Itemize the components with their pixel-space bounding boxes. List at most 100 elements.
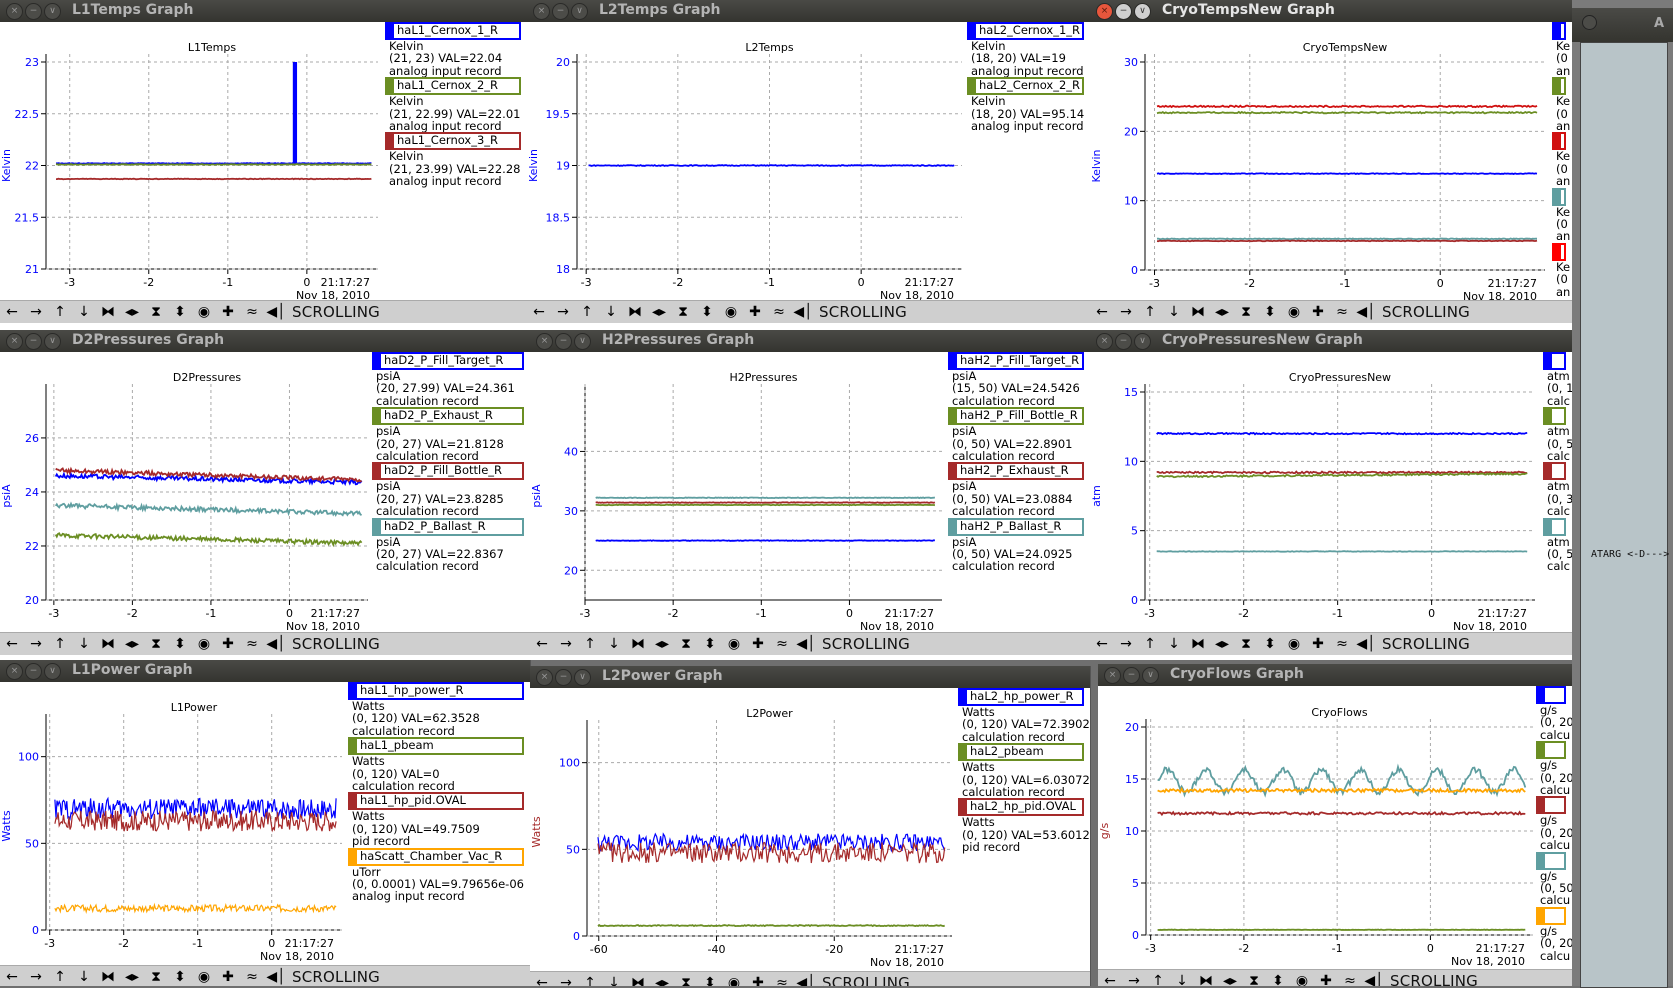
zoom-y-out-icon[interactable]: ⬍ [170,635,190,653]
legend-entry-header[interactable] [1536,907,1566,925]
zoom-x-in-icon[interactable]: ⧓ [1188,635,1208,653]
maximize-icon[interactable]: ∨ [44,663,61,680]
add-icon[interactable]: ✚ [1308,303,1328,321]
pan-right-icon[interactable]: → [553,303,573,321]
zoom-x-in-icon[interactable]: ⧓ [1196,972,1216,986]
pan-right-icon[interactable]: → [26,968,46,986]
minimize-icon[interactable]: − [555,669,572,686]
chart-svg[interactable]: -3-2-10203040H2PressurespsiA(Hours)21:17… [530,352,948,632]
pan-down-icon[interactable]: ↓ [74,635,94,653]
pan-down-icon[interactable]: ↓ [601,303,621,321]
reset-icon[interactable]: ◉ [1292,972,1312,986]
window-titlebar[interactable]: ×−∨L2Power Graph [530,666,1090,688]
chart-svg[interactable]: -3-2-10050100L1PowerWatts(Hours)21:17:27… [0,682,348,965]
add-icon[interactable]: ✚ [745,303,765,321]
legend-entry-header[interactable]: haH2_P_Exhaust_R [948,462,1084,480]
close-icon[interactable]: × [536,333,553,350]
legend-entry-header[interactable]: haH2_P_Ballast_R [948,518,1084,536]
zoom-x-out-icon[interactable]: ◂▸ [122,303,142,321]
chart-svg[interactable]: -3-2-10051015CryoPressuresNewatm(Hours)2… [1090,352,1543,632]
minimize-icon[interactable]: − [1115,333,1132,350]
legend-entry-header[interactable]: haD2_P_Ballast_R [372,518,524,536]
autoscale-icon[interactable]: ≈ [1332,635,1352,653]
chart-svg[interactable]: -3-2-102121.52222.523L1TempsKelvin(Hours… [0,22,385,300]
legend-entry-header[interactable] [1536,852,1566,870]
pan-right-icon[interactable]: → [1116,635,1136,653]
zoom-x-out-icon[interactable]: ◂▸ [122,635,142,653]
close-icon[interactable]: × [536,669,553,686]
pan-left-icon[interactable]: ← [529,303,549,321]
rewind-icon[interactable]: ◀│ [1356,303,1376,321]
legend-entry-header[interactable] [1543,352,1566,370]
rewind-icon[interactable]: ◀│ [796,974,816,986]
autoscale-icon[interactable]: ≈ [242,968,262,986]
close-icon[interactable]: × [6,333,23,350]
zoom-x-out-icon[interactable]: ◂▸ [1212,635,1232,653]
reset-icon[interactable]: ◉ [721,303,741,321]
scrolling-toggle[interactable]: SCROLLING [822,634,910,654]
pan-up-icon[interactable]: ↑ [1148,972,1168,986]
pan-right-icon[interactable]: → [556,974,576,986]
add-icon[interactable]: ✚ [748,974,768,986]
legend-entry-header[interactable]: haL2_Cernox_1_R [967,22,1084,40]
pan-left-icon[interactable]: ← [532,974,552,986]
minimize-icon[interactable]: − [555,333,572,350]
maximize-icon[interactable]: ∨ [571,3,588,20]
window-titlebar[interactable]: ×−∨L1Power Graph [0,660,530,682]
reset-icon[interactable]: ◉ [194,303,214,321]
close-icon[interactable]: × [1096,3,1113,20]
minimize-icon[interactable]: − [25,663,42,680]
zoom-y-in-icon[interactable]: ⧗ [1244,972,1264,986]
zoom-y-out-icon[interactable]: ⬍ [170,968,190,986]
legend-entry-header[interactable]: haScatt_Chamber_Vac_R [348,848,524,866]
add-icon[interactable]: ✚ [748,635,768,653]
close-icon[interactable]: × [533,3,550,20]
legend-entry-header[interactable] [1552,132,1566,150]
zoom-x-in-icon[interactable]: ⧓ [98,635,118,653]
zoom-y-out-icon[interactable]: ⬍ [1260,635,1280,653]
maximize-icon[interactable]: ∨ [1134,333,1151,350]
legend-entry-header[interactable]: haH2_P_Fill_Target_R [948,352,1084,370]
autoscale-icon[interactable]: ≈ [242,303,262,321]
zoom-y-in-icon[interactable]: ⧗ [146,635,166,653]
reset-icon[interactable]: ◉ [1284,635,1304,653]
legend-entry-header[interactable]: haL1_hp_power_R [348,682,524,700]
scrolling-toggle[interactable]: SCROLLING [292,967,380,986]
pan-right-icon[interactable]: → [556,635,576,653]
autoscale-icon[interactable]: ≈ [242,635,262,653]
side-panel-titlebar[interactable]: A [1572,8,1673,42]
window-titlebar[interactable]: ×−∨CryoPressuresNew Graph [1090,330,1572,352]
rewind-icon[interactable]: ◀│ [1356,635,1376,653]
rewind-icon[interactable]: ◀│ [266,303,286,321]
pan-left-icon[interactable]: ← [1100,972,1120,986]
zoom-y-in-icon[interactable]: ⧗ [146,968,166,986]
close-icon[interactable]: × [1096,333,1113,350]
pan-down-icon[interactable]: ↓ [604,635,624,653]
legend-entry-header[interactable] [1552,22,1566,40]
zoom-x-out-icon[interactable]: ◂▸ [1212,303,1232,321]
chart-svg[interactable]: -3-2-1020222426D2PressurespsiA(Hours)21:… [0,352,372,632]
minimize-icon[interactable]: − [1123,667,1140,684]
pan-down-icon[interactable]: ↓ [1164,635,1184,653]
zoom-y-in-icon[interactable]: ⧗ [1236,303,1256,321]
zoom-x-in-icon[interactable]: ⧓ [625,303,645,321]
legend-entry-header[interactable]: haD2_P_Exhaust_R [372,407,524,425]
pan-right-icon[interactable]: → [1116,303,1136,321]
zoom-x-out-icon[interactable]: ◂▸ [652,635,672,653]
scrolling-toggle[interactable]: SCROLLING [1390,971,1478,986]
add-icon[interactable]: ✚ [218,303,238,321]
pan-left-icon[interactable]: ← [2,968,22,986]
maximize-icon[interactable]: ∨ [44,3,61,20]
scrolling-toggle[interactable]: SCROLLING [1382,302,1470,322]
scrolling-toggle[interactable]: SCROLLING [292,302,380,322]
reset-icon[interactable]: ◉ [724,635,744,653]
minimize-icon[interactable]: − [25,3,42,20]
zoom-y-out-icon[interactable]: ⬍ [1260,303,1280,321]
legend-entry-header[interactable] [1552,243,1566,261]
maximize-icon[interactable]: ∨ [1142,667,1159,684]
maximize-icon[interactable]: ∨ [1134,3,1151,20]
pan-down-icon[interactable]: ↓ [1164,303,1184,321]
reset-icon[interactable]: ◉ [194,635,214,653]
rewind-icon[interactable]: ◀│ [793,303,813,321]
pan-up-icon[interactable]: ↑ [577,303,597,321]
